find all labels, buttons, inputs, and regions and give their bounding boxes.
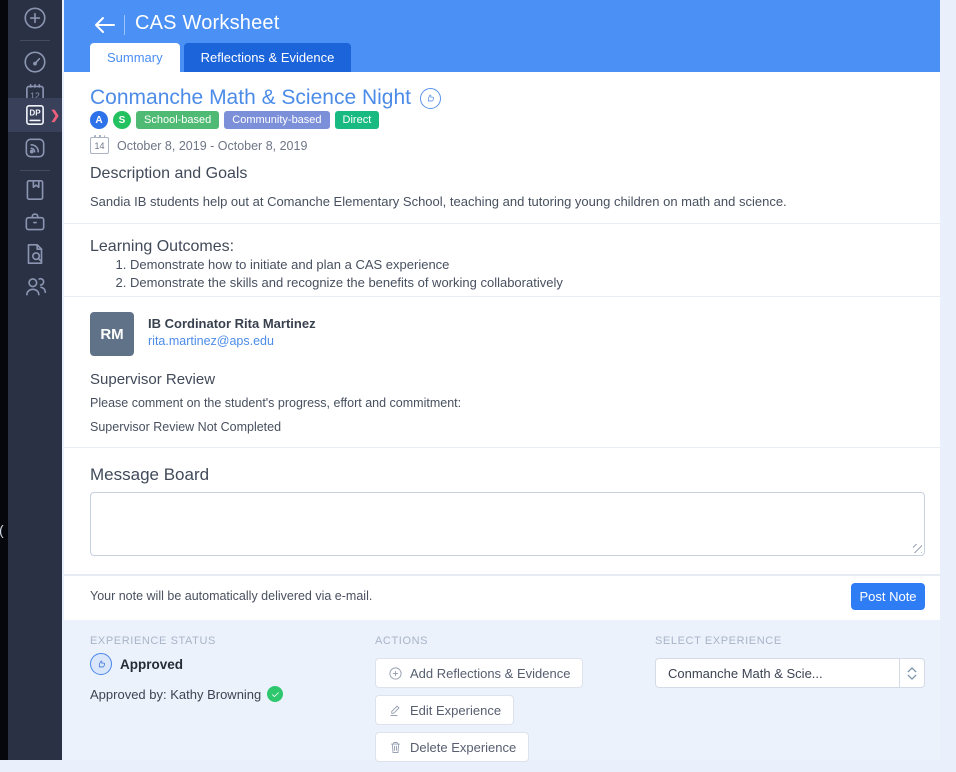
- back-arrow-icon: [95, 17, 115, 33]
- trash-icon: [390, 741, 401, 753]
- plus-circle-icon: [24, 7, 46, 29]
- tab-summary[interactable]: Summary: [90, 43, 180, 72]
- section-divider: [64, 447, 940, 448]
- description-text: Sandia IB students help out at Comanche …: [90, 194, 787, 209]
- active-chevron-icon: ❯: [49, 108, 60, 122]
- supervisor-review-status: Supervisor Review Not Completed: [90, 420, 282, 434]
- button-label: Add Reflections & Evidence: [410, 665, 571, 681]
- supervisor-name: IB Cordinator Rita Martinez: [148, 316, 316, 331]
- supervisor-review-heading: Supervisor Review: [90, 371, 216, 388]
- approved-by-text: Approved by: Kathy Browning: [90, 686, 262, 702]
- email-delivery-note: Your note will be automatically delivere…: [90, 589, 373, 603]
- button-label: Delete Experience: [410, 739, 517, 755]
- post-note-button[interactable]: Post Note: [851, 583, 925, 610]
- back-button[interactable]: [92, 13, 118, 37]
- verified-check-icon: [267, 686, 284, 702]
- page-title: CAS Worksheet: [135, 12, 280, 34]
- plus-circle-icon: [389, 666, 402, 680]
- supervisor-email-link[interactable]: rita.martinez@aps.edu: [148, 334, 274, 348]
- header-divider: [124, 15, 125, 35]
- approved-by-row: Approved by: Kathy Browning: [90, 686, 284, 702]
- sidebar-divider: [20, 170, 50, 171]
- outcome-item: Demonstrate the skills and recognize the…: [130, 274, 563, 292]
- supervisor-avatar: RM: [90, 312, 134, 356]
- file-search-icon: [27, 243, 43, 265]
- panel-collapse-handle[interactable]: (: [0, 522, 4, 538]
- approved-thumb-icon: [420, 87, 441, 109]
- spinner-chevrons-icon[interactable]: [899, 659, 924, 687]
- rss-icon: [25, 138, 45, 158]
- button-label: Edit Experience: [410, 702, 502, 718]
- actions-label: ACTIONS: [375, 635, 429, 647]
- outcomes-heading: Learning Outcomes:: [90, 238, 235, 255]
- sidebar-divider: [20, 40, 50, 41]
- message-board-field-wrap: [90, 492, 925, 556]
- sidebar-item-portfolio[interactable]: [21, 176, 49, 204]
- status-badge: Approved: [90, 653, 183, 675]
- selected-experience: Conmanche Math & Scie...: [668, 665, 823, 681]
- supervisor-review-prompt: Please comment on the student's progress…: [90, 396, 462, 410]
- school-based-badge: School-based: [136, 111, 220, 129]
- status-value: Approved: [120, 656, 184, 672]
- experience-title-row: Conmanche Math & Science Night: [90, 86, 441, 110]
- message-board-input[interactable]: [90, 492, 925, 556]
- briefcase-icon: [25, 213, 45, 231]
- date-range: October 8, 2019 - October 8, 2019: [117, 138, 308, 153]
- delete-experience-button[interactable]: Delete Experience: [375, 732, 530, 762]
- sidebar-item-dp-program[interactable]: DP ❯: [8, 98, 62, 132]
- svg-text:DP: DP: [29, 109, 41, 118]
- sidebar-item-dashboard[interactable]: [21, 48, 49, 76]
- outcome-item: Demonstrate how to initiate and plan a C…: [130, 256, 563, 274]
- tab-bar: Summary Reflections & Evidence: [90, 43, 352, 72]
- sidebar-item-add[interactable]: [21, 4, 49, 32]
- experience-status-label: EXPERIENCE STATUS: [90, 635, 216, 647]
- experience-title[interactable]: Conmanche Math & Science Night: [90, 86, 411, 110]
- main-content: CAS Worksheet Summary Reflections & Evid…: [64, 0, 940, 762]
- add-reflections-evidence-button[interactable]: Add Reflections & Evidence: [375, 658, 584, 688]
- section-divider: [64, 223, 940, 224]
- bookmark-book-icon: [26, 179, 44, 201]
- edit-experience-button[interactable]: Edit Experience: [375, 695, 515, 725]
- service-badge: S: [113, 111, 131, 129]
- app-sidebar: 12 DP ❯: [8, 0, 62, 760]
- dp-book-icon: DP: [21, 101, 49, 129]
- resize-grip-icon[interactable]: [913, 544, 922, 553]
- note-bar-divider: [64, 574, 940, 576]
- experience-footer: EXPERIENCE STATUS ACTIONS SELECT EXPERIE…: [64, 620, 940, 762]
- gauge-icon: [24, 51, 46, 73]
- message-board-heading: Message Board: [90, 465, 210, 484]
- experience-select[interactable]: Conmanche Math & Scie...: [655, 658, 925, 688]
- pencil-icon: [390, 705, 400, 716]
- sidebar-item-file-search[interactable]: [21, 240, 49, 268]
- select-experience-label: SELECT EXPERIENCE: [655, 635, 782, 647]
- page-header: CAS Worksheet Summary Reflections & Evid…: [64, 0, 940, 72]
- description-heading: Description and Goals: [90, 165, 248, 182]
- left-edge-strip: [0, 0, 8, 760]
- community-based-badge: Community-based: [224, 111, 330, 129]
- sidebar-item-members[interactable]: [21, 272, 49, 300]
- activity-badge: A: [90, 111, 108, 129]
- thumbs-up-icon: [90, 653, 112, 675]
- cas-worksheet-page: ( 12 DP: [0, 0, 956, 772]
- outcomes-list: Demonstrate how to initiate and plan a C…: [114, 256, 563, 292]
- section-divider: [64, 296, 940, 297]
- date-row: 14 October 8, 2019 - October 8, 2019: [90, 135, 308, 154]
- users-icon: [26, 277, 47, 296]
- sidebar-item-briefcase[interactable]: [21, 208, 49, 236]
- calendar-mini-icon: 14: [90, 135, 109, 154]
- direct-badge: Direct: [334, 111, 380, 129]
- sidebar-item-news-feed[interactable]: [21, 134, 49, 162]
- tab-reflections-evidence[interactable]: Reflections & Evidence: [183, 43, 352, 72]
- badge-row: A S School-based Community-based Direct: [90, 111, 380, 129]
